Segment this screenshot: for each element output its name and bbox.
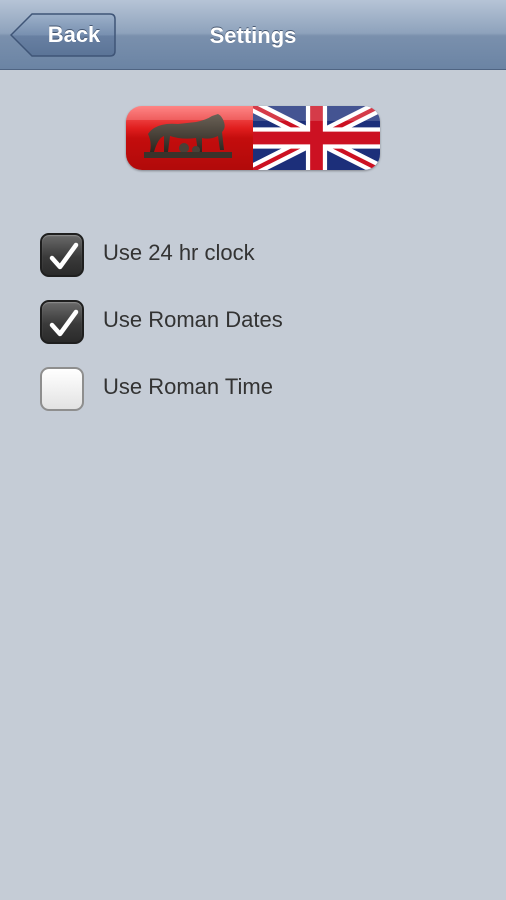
option-24hr-clock[interactable]: Use 24 hr clock — [40, 233, 470, 277]
option-label: Use Roman Time — [103, 374, 273, 399]
option-label: Use 24 hr clock — [103, 240, 255, 265]
option-roman-time[interactable]: Use Roman Time — [40, 367, 470, 411]
capitoline-wolf-icon — [126, 106, 253, 170]
option-roman-dates[interactable]: Use Roman Dates — [40, 300, 470, 344]
checkbox-roman-time[interactable] — [40, 367, 84, 411]
checkbox-24hr-clock[interactable] — [40, 233, 84, 277]
back-button[interactable]: Back — [10, 13, 116, 57]
language-toggle[interactable] — [126, 106, 380, 170]
roman-language-button[interactable] — [126, 106, 253, 170]
navigation-bar: Back Settings — [0, 0, 506, 70]
option-label: Use Roman Dates — [103, 307, 283, 332]
english-language-button[interactable] — [253, 106, 380, 170]
checkmark-icon — [49, 242, 79, 270]
union-jack-flag-icon — [253, 106, 380, 170]
checkbox-roman-dates[interactable] — [40, 300, 84, 344]
back-button-label: Back — [47, 22, 101, 47]
checkmark-icon — [49, 309, 79, 337]
